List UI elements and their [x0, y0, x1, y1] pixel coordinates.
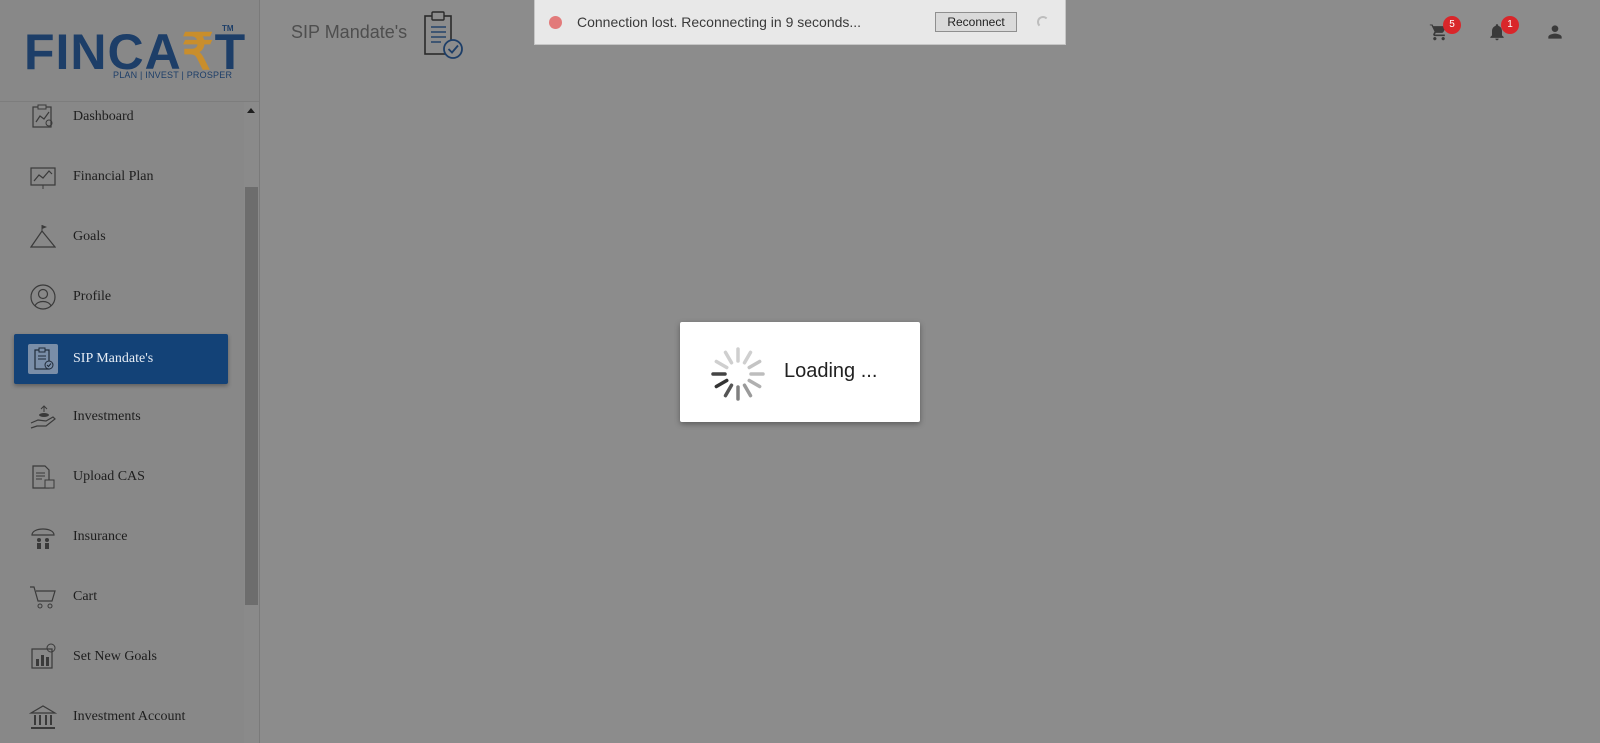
- sidebar-item-label: Insurance: [73, 529, 128, 544]
- connection-message: Connection lost. Reconnecting in 9 secon…: [577, 14, 862, 30]
- spinner-spoke: [714, 359, 729, 370]
- umbrella-family-icon: [28, 522, 58, 552]
- sidebar-item-set-new-goals[interactable]: Set New Goals: [14, 632, 228, 682]
- sidebar-item-investment-account[interactable]: Investment Account: [14, 692, 228, 742]
- scroll-up-arrow-icon[interactable]: [247, 108, 255, 113]
- header-notifications-button[interactable]: 1: [1487, 16, 1519, 46]
- sidebar-item-cart[interactable]: Cart: [14, 572, 228, 622]
- sidebar-item-dashboard[interactable]: Dashboard: [14, 102, 228, 142]
- loading-dialog: Loading ...: [680, 322, 920, 422]
- user-circle-icon: [28, 282, 58, 312]
- sidebar-item-label: Goals: [73, 229, 106, 244]
- chart-icon: [28, 162, 58, 192]
- spinner-spoke: [742, 383, 753, 398]
- sidebar-item-insurance[interactable]: Insurance: [14, 512, 228, 562]
- spinner-spoke: [723, 350, 734, 365]
- sidebar-scrollbar[interactable]: [244, 102, 259, 743]
- logo[interactable]: FINCA₹T TM PLAN | INVEST | PROSPER: [0, 0, 259, 102]
- mountain-flag-icon: [28, 222, 58, 252]
- notification-count-badge: 1: [1501, 16, 1519, 34]
- spinner-spoke: [747, 378, 762, 389]
- scrollbar-thumb[interactable]: [245, 187, 258, 605]
- target-chart-icon: [28, 642, 58, 672]
- connection-lost-banner: Connection lost. Reconnecting in 9 secon…: [534, 0, 1066, 45]
- reconnect-spinner-icon: [1037, 16, 1049, 28]
- spinner-spoke: [714, 378, 729, 389]
- logo-tagline: PLAN | INVEST | PROSPER: [113, 70, 233, 80]
- sidebar-item-label: Cart: [73, 589, 98, 604]
- dashboard-icon: [28, 102, 58, 132]
- reconnect-button[interactable]: Reconnect: [935, 12, 1017, 32]
- user-icon: [1548, 25, 1562, 39]
- spinner-spoke: [747, 359, 762, 370]
- loading-text: Loading ...: [784, 360, 878, 382]
- cart-count-badge: 5: [1443, 16, 1461, 34]
- sidebar-nav: Dashboard Financial Plan Goals Profile S…: [0, 102, 243, 743]
- sidebar-item-profile[interactable]: Profile: [14, 272, 228, 322]
- sidebar-item-label: Financial Plan: [73, 169, 154, 184]
- spinner-spoke: [723, 383, 734, 398]
- sidebar-item-sip-mandates[interactable]: SIP Mandate's: [14, 334, 228, 384]
- sidebar-item-label: Set New Goals: [73, 649, 157, 664]
- sidebar-item-investments[interactable]: Investments: [14, 392, 228, 442]
- document-upload-icon: [28, 462, 58, 492]
- clipboard-check-icon: [421, 10, 465, 65]
- sidebar-item-goals[interactable]: Goals: [14, 212, 228, 262]
- spinner-spoke: [742, 350, 753, 365]
- sidebar-item-label: Upload CAS: [73, 469, 145, 484]
- sidebar-item-label: Dashboard: [73, 109, 134, 124]
- hand-coin-icon: [28, 402, 58, 432]
- clipboard-check-icon: [28, 344, 58, 374]
- header-account-button[interactable]: [1545, 22, 1569, 46]
- sidebar-item-label: Investments: [73, 409, 141, 424]
- page-title: SIP Mandate's: [291, 22, 408, 42]
- sidebar-item-upload-cas[interactable]: Upload CAS: [14, 452, 228, 502]
- header-cart-button[interactable]: 5: [1429, 16, 1461, 46]
- trademark-mark: TM: [222, 24, 234, 33]
- sidebar-item-label: Profile: [73, 289, 112, 304]
- bank-icon: [28, 702, 58, 732]
- sidebar-item-financial-plan[interactable]: Financial Plan: [14, 152, 228, 202]
- sidebar: FINCA₹T TM PLAN | INVEST | PROSPER Dashb…: [0, 0, 260, 743]
- sidebar-item-label: SIP Mandate's: [73, 351, 154, 366]
- loading-spinner-icon: [710, 346, 766, 407]
- sidebar-item-label: Investment Account: [73, 709, 186, 724]
- cart-icon: [28, 582, 58, 612]
- connection-status-dot-icon: [549, 16, 562, 29]
